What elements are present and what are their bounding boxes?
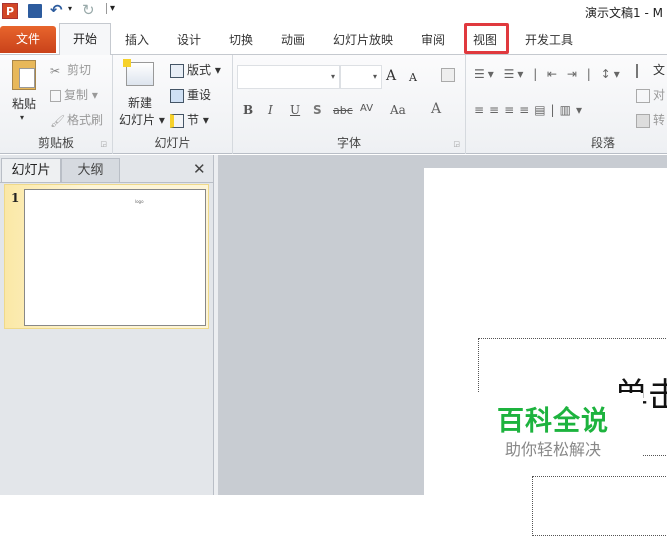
section-icon	[170, 113, 184, 128]
slide-thumbnail[interactable]: logo	[24, 189, 206, 326]
customize-qat-icon[interactable]: ▾	[106, 3, 115, 14]
layout-button[interactable]: 版式 ▾	[170, 61, 221, 78]
reset-icon	[170, 88, 184, 103]
font-color-button[interactable]: A	[431, 101, 441, 117]
redo-icon[interactable]: ↻	[82, 1, 95, 19]
watermark: 百科全说 助你轻松解决	[473, 393, 643, 461]
undo-icon[interactable]: ↶	[50, 1, 63, 19]
new-slide-button[interactable]: 幻灯片 ▾	[119, 111, 165, 128]
watermark-title: 百科全说	[497, 406, 609, 437]
bullets-button[interactable]: ☰▾ ☰▾ | ⇤ ⇥ | ↕▾	[474, 67, 623, 81]
dialog-launcher-icon[interactable]: ◲	[100, 140, 107, 148]
thumbnail-text: logo	[135, 199, 144, 204]
tab-transitions[interactable]: 切换	[229, 31, 253, 48]
new-slide-label[interactable]: 新建	[128, 94, 152, 111]
tab-review[interactable]: 审阅	[421, 31, 445, 48]
font-group: ▾ ▾ A A B I U S abc AV Aa A 字体 ◲	[233, 55, 466, 154]
underline-button[interactable]: U	[290, 103, 300, 117]
slides-pane: 幻灯片 大纲 ✕ 1 logo	[0, 155, 213, 495]
paste-button[interactable]: 粘贴	[12, 95, 36, 112]
clipboard-group: 粘贴 ▾ ✂ 剪切 复制 ▾ 🖌 格式刷 剪贴板 ◲	[0, 55, 113, 154]
close-pane-button[interactable]: ✕	[193, 160, 206, 178]
strikethrough-button[interactable]: abc	[333, 104, 353, 117]
paragraph-group: ☰▾ ☰▾ | ⇤ ⇥ | ↕▾ ≡≡≡≡▤|▥▾ 文 对 转 段落	[466, 55, 667, 154]
align-text-button[interactable]: 对	[636, 86, 665, 103]
paragraph-label: 段落	[591, 136, 616, 150]
slides-group: 新建 幻灯片 ▾ 版式 ▾ 重设 节 ▾ 幻灯片	[113, 55, 233, 154]
bold-button[interactable]: B	[243, 103, 253, 117]
paste-icon[interactable]	[12, 60, 36, 90]
undo-dropdown-icon[interactable]: ▾	[68, 4, 72, 13]
clear-formatting-icon[interactable]	[441, 68, 455, 82]
highlight-box	[464, 23, 509, 54]
slide-number: 1	[11, 191, 20, 205]
grow-font-button[interactable]: A	[386, 68, 396, 84]
pane-scrollbar[interactable]	[213, 155, 218, 495]
tab-file[interactable]: 文件	[0, 26, 56, 53]
tab-developer[interactable]: 开发工具	[525, 31, 573, 48]
ribbon-tabs: 文件 开始 插入 设计 切换 动画 幻灯片放映 审阅 视图 开发工具	[0, 23, 667, 56]
tab-outline-pane[interactable]: 大纲	[61, 158, 120, 182]
format-painter-button[interactable]: 🖌 格式刷	[50, 111, 103, 128]
clipboard-label: 剪贴板	[37, 136, 74, 150]
text-direction-icon	[636, 63, 650, 78]
font-size-dropdown[interactable]: ▾	[340, 65, 382, 89]
shadow-button[interactable]: S	[313, 103, 322, 117]
italic-button[interactable]: I	[268, 103, 273, 117]
reset-button[interactable]: 重设	[170, 86, 211, 103]
align-text-icon	[636, 88, 650, 103]
char-spacing-button[interactable]: AV	[360, 103, 373, 114]
copy-icon	[50, 89, 61, 102]
subtitle-placeholder[interactable]	[532, 476, 667, 536]
convert-smartart-button[interactable]: 转	[636, 111, 665, 128]
tab-home[interactable]: 开始	[59, 23, 111, 56]
copy-button[interactable]: 复制 ▾	[50, 86, 98, 103]
text-direction-button[interactable]: 文	[636, 61, 665, 78]
tab-slides-pane[interactable]: 幻灯片	[1, 158, 61, 182]
slides-label: 幻灯片	[154, 136, 191, 150]
tab-design[interactable]: 设计	[177, 31, 201, 48]
powerpoint-app-icon[interactable]: P	[2, 3, 18, 19]
title-bar: P ↶ ▾ ↻ ▾ 演示文稿1 - M	[0, 0, 667, 23]
font-label: 字体	[336, 136, 361, 150]
new-slide-icon[interactable]	[123, 59, 154, 86]
cut-button[interactable]: ✂ 剪切	[50, 61, 91, 78]
shrink-font-button[interactable]: A	[409, 71, 417, 84]
window-title: 演示文稿1 - M	[585, 6, 663, 20]
section-button[interactable]: 节 ▾	[170, 111, 209, 128]
font-dialog-launcher-icon[interactable]: ◲	[453, 140, 460, 148]
alignment-buttons[interactable]: ≡≡≡≡▤|▥▾	[474, 103, 587, 117]
paste-dropdown-icon[interactable]: ▾	[20, 113, 24, 122]
change-case-button[interactable]: Aa	[390, 103, 406, 117]
layout-icon	[170, 63, 184, 78]
divider	[0, 182, 213, 183]
smartart-icon	[636, 113, 650, 128]
save-icon[interactable]	[28, 4, 42, 18]
ribbon: 粘贴 ▾ ✂ 剪切 复制 ▾ 🖌 格式刷 剪贴板 ◲ 新建 幻灯片 ▾ 版式 ▾ 重…	[0, 55, 667, 154]
tab-animations[interactable]: 动画	[281, 31, 305, 48]
watermark-subtitle: 助你轻松解决	[505, 440, 602, 459]
font-name-dropdown[interactable]: ▾	[237, 65, 340, 89]
slide-thumbnail-selected[interactable]: 1 logo	[4, 184, 209, 329]
brush-icon: 🖌	[50, 113, 66, 128]
scissors-icon: ✂	[50, 63, 61, 78]
tab-slideshow[interactable]: 幻灯片放映	[333, 31, 393, 48]
tab-insert[interactable]: 插入	[125, 31, 149, 48]
